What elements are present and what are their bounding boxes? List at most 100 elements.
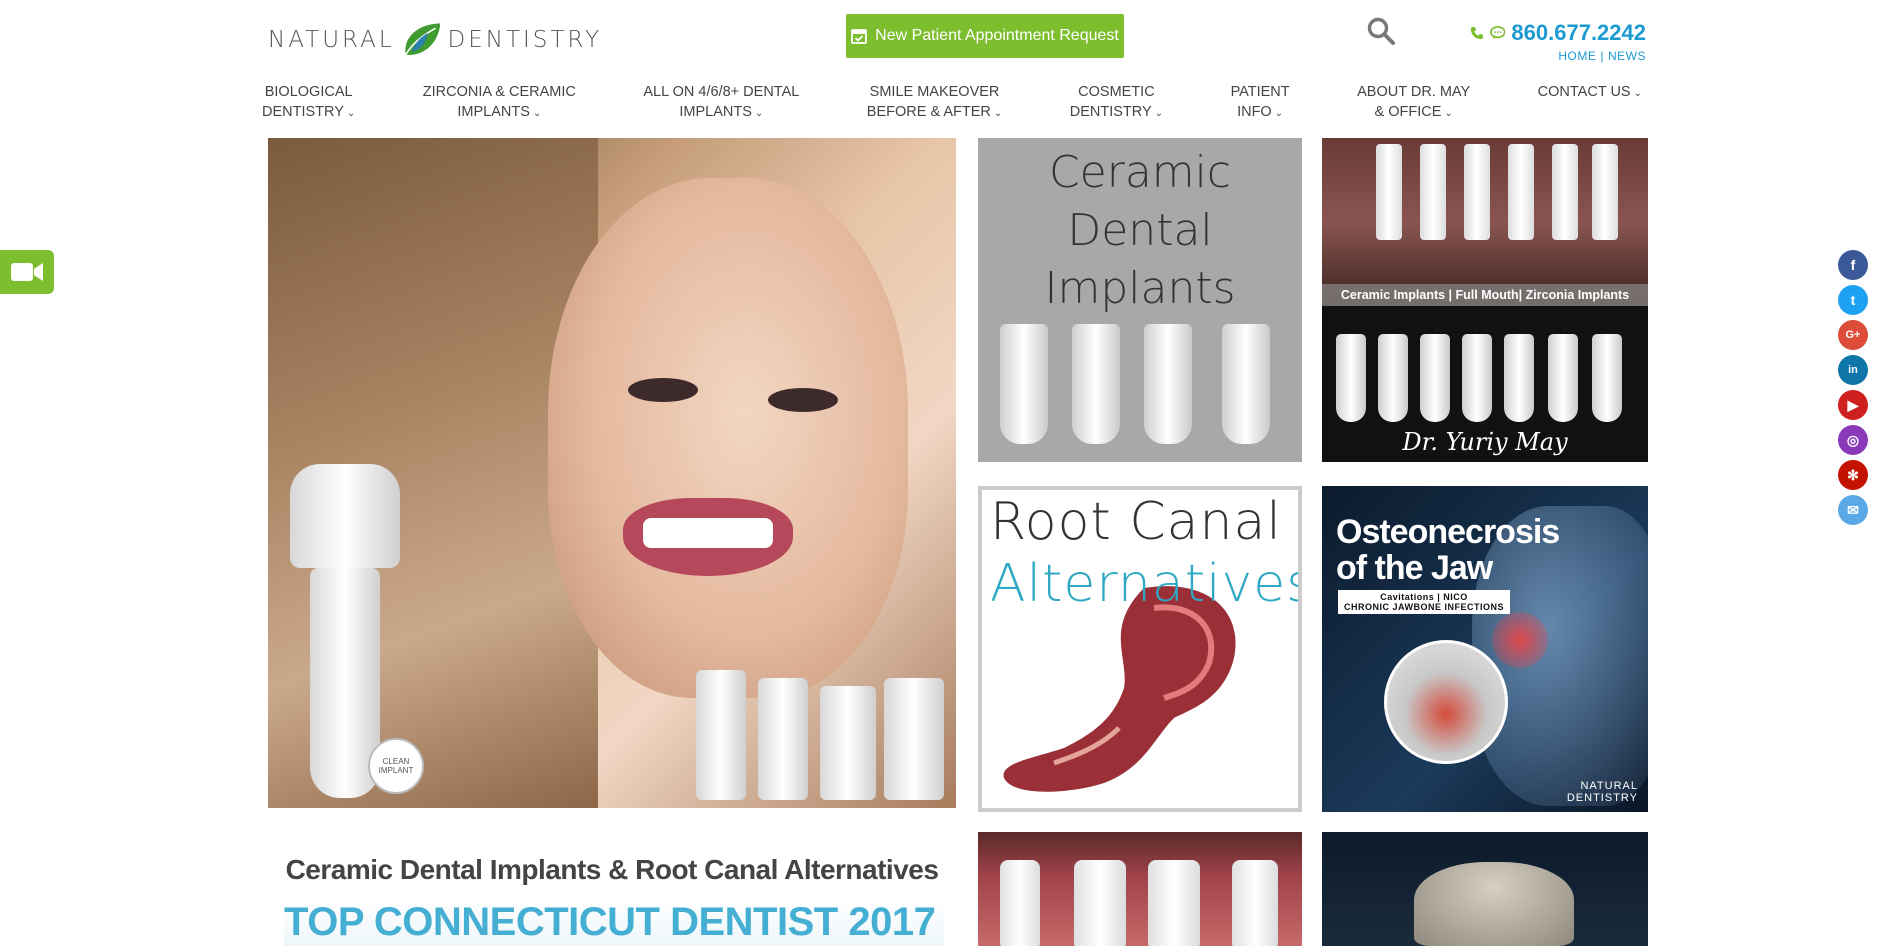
hero-eye-graphic [628,378,698,402]
nav-zirconia-ceramic-implants[interactable]: ZIRCONIA & CERAMIC IMPLANTS ⌄ [413,82,586,124]
youtube-icon[interactable]: ▶ [1838,390,1868,420]
nav-patient-info[interactable]: PATIENT INFO ⌄ [1221,82,1300,124]
nav-label-line1: ABOUT DR. MAY [1357,84,1471,100]
nav-label-line1: BIOLOGICAL [264,84,353,100]
hero-ceramic-implant-image[interactable]: CLEAN IMPLANT [268,138,956,808]
osteo-title-line1: Osteonecrosis [1336,513,1560,551]
zirconia-implant-graphic [1592,334,1622,422]
nav-label-line1: ZIRCONIA & CERAMIC [422,84,576,100]
hero-mini-implant-graphic [696,670,746,800]
chevron-down-icon: ⌄ [1633,88,1642,99]
dr-may-signature: Dr. Yuriy May [1402,428,1568,456]
implant-tooth-graphic [1232,860,1278,946]
hero-mini-implant-graphic [820,686,876,800]
zirconia-tile-caption: Ceramic Implants | Full Mouth| Zirconia … [1322,284,1648,306]
top-dentist-banner[interactable]: Ceramic Dental Implants & Root Canal Alt… [268,838,956,946]
nav-cosmetic-dentistry[interactable]: COSMETIC DENTISTRY ⌄ [1060,82,1173,124]
nav-smile-makeover[interactable]: SMILE MAKEOVER BEFORE & AFTER ⌄ [857,82,1012,124]
google-plus-icon[interactable]: G+ [1838,320,1868,350]
implant-tooth-graphic [1000,860,1040,946]
twitter-icon[interactable]: t [1838,285,1868,315]
implant-teeth-photo-tile[interactable] [978,832,1302,946]
nav-all-on-dental-implants[interactable]: ALL ON 4/6/8+ DENTAL IMPLANTS ⌄ [633,82,809,124]
ceramic-implant-graphic [1144,324,1192,444]
phone-number[interactable]: 860.677.2242 [1511,20,1646,46]
linkedin-icon[interactable]: in [1838,355,1868,385]
hero-mini-implant-graphic [884,678,944,800]
osteonecrosis-title: Osteonecrosis of the Jaw [1336,513,1560,586]
home-link[interactable]: HOME [1558,49,1596,63]
zirconia-full-mouth-tile[interactable]: Ceramic Implants | Full Mouth| Zirconia … [1322,138,1648,462]
implant-post-graphic [1464,144,1490,240]
zirconia-implant-graphic [1462,334,1492,422]
logo-text-natural: NATURAL [268,27,395,53]
nav-label-line1: CONTACT US [1537,84,1631,100]
instagram-icon[interactable]: ◎ [1838,425,1868,455]
search-button[interactable] [1366,16,1398,50]
link-separator: | [1600,49,1604,63]
video-consult-button[interactable] [0,250,54,294]
implant-post-graphic [1552,144,1578,240]
nav-label-line2: INFO [1237,104,1272,120]
implant-post-graphic [1508,144,1534,240]
zirconia-implant-graphic [1420,334,1450,422]
nav-label-line1: PATIENT [1230,84,1290,100]
hero-crown-implant-graphic [290,464,400,568]
chat-icon[interactable] [1489,25,1506,41]
osteo-sub-line2: CHRONIC JAWBONE INFECTIONS [1344,602,1505,612]
implant-post-graphic [1592,144,1618,240]
news-link[interactable]: NEWS [1608,49,1646,63]
watermark-line1: NATURAL [1580,780,1638,792]
appointment-button-label: New Patient Appointment Request [875,27,1119,44]
infection-glow-graphic [1492,612,1548,668]
chevron-down-icon: ⌄ [346,108,356,119]
calendar-check-icon [851,29,868,44]
zirconia-implant-graphic [1336,334,1366,422]
chevron-down-icon: ⌄ [1444,108,1453,119]
logo-text-dentistry: DENTISTRY [447,27,602,53]
nav-label-line2: IMPLANTS [679,104,752,120]
search-icon [1367,17,1395,45]
site-logo[interactable]: NATURAL DENTISTRY [268,14,602,66]
nav-contact-us[interactable]: CONTACT US ⌄ [1528,82,1652,104]
ceramic-implant-graphic [1072,324,1120,444]
nav-label-line1: COSMETIC [1078,84,1155,100]
email-icon[interactable]: ✉ [1838,495,1868,525]
main-navigation: BIOLOGICAL DENTISTRY ⌄ ZIRCONIA & CERAMIC… [252,82,1652,126]
chevron-down-icon: ⌄ [1274,108,1284,119]
nav-label-line1: SMILE MAKEOVER [869,84,1000,100]
chevron-down-icon: ⌄ [754,108,764,119]
root-canal-alternatives-tile[interactable]: Root Canal Alternatives [978,486,1302,812]
banner-subtitle: TOP CONNECTICUT DENTIST 2017 [284,898,944,946]
leaf-logo-icon [404,23,440,56]
osteonecrosis-jaw-tile[interactable]: Osteonecrosis of the Jaw Cavitations | N… [1322,486,1648,812]
nav-label-line2: BEFORE & AFTER [866,104,991,120]
video-camera-icon [11,263,43,281]
facebook-icon[interactable]: f [1838,250,1868,280]
crown-graphic [1414,862,1574,946]
ceramic-dental-implants-tile[interactable]: Ceramic Dental Implants [978,138,1302,462]
zirconia-implant-graphic [1548,334,1578,422]
osteo-sub-line1: Cavitations | NICO [1380,592,1468,602]
new-patient-appointment-button[interactable]: New Patient Appointment Request [846,14,1124,58]
zirconia-implant-graphic [1378,334,1408,422]
ceramic-title-line1: Ceramic [1048,147,1232,198]
jawbone-closeup-graphic [1384,640,1508,764]
ceramic-title-line3: Implants [1044,263,1236,314]
nav-label-line2: & OFFICE [1374,104,1442,120]
chevron-down-icon: ⌄ [993,108,1003,119]
nav-label-line2: IMPLANTS [457,104,530,120]
watermark-line2: DENTISTRY [1566,792,1638,804]
nav-biological-dentistry[interactable]: BIOLOGICAL DENTISTRY ⌄ [252,82,365,124]
implant-post-graphic [1420,144,1446,240]
ceramic-tile-title: Ceramic Dental Implants [978,144,1302,318]
banner-title: Ceramic Dental Implants & Root Canal Alt… [285,854,939,885]
nav-about-dr-may[interactable]: ABOUT DR. MAY & OFFICE ⌄ [1347,82,1480,124]
root-canal-title-line2: Alternatives [990,554,1302,614]
ceramic-title-line2: Dental [1067,205,1213,256]
yelp-icon[interactable]: ✻ [1838,460,1868,490]
crown-photo-tile[interactable] [1322,832,1648,946]
nav-label-line2: DENTISTRY [262,104,344,120]
zirconia-implant-graphic [1504,334,1534,422]
phone-icon [1470,26,1483,40]
